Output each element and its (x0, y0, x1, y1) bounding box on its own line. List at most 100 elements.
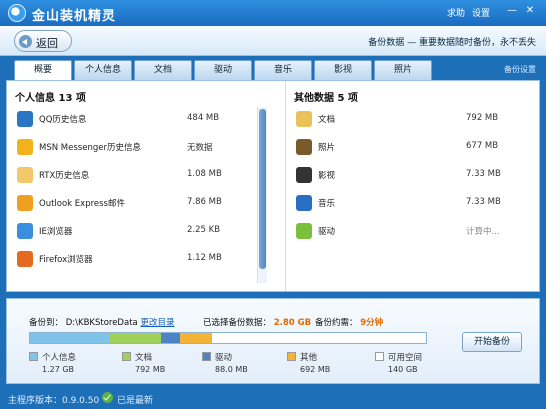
list-item-photos[interactable]: 照片 677 MB (294, 137, 534, 157)
item-size: 792 MB (466, 113, 499, 123)
storage-usage-bar (29, 332, 427, 344)
music-icon (296, 195, 312, 211)
backup-target: 备份到： D:\KBKStoreData 更改目录 (29, 316, 174, 328)
back-arrow-icon (19, 35, 32, 48)
legend-free-space: 可用空间 140 GB (375, 351, 455, 377)
back-button-label: 返回 (36, 37, 58, 50)
item-name: IE浏览器 (39, 227, 73, 237)
backup-settings-link[interactable]: 备份设置 (504, 64, 536, 75)
minimize-icon[interactable]: — (506, 5, 518, 17)
list-item-drivers[interactable]: 驱动 计算中... (294, 221, 534, 241)
list-item-msn[interactable]: MSN Messenger历史信息 无数据 (15, 137, 255, 157)
legend-swatch (375, 352, 384, 361)
item-name: 照片 (318, 143, 336, 153)
firefox-icon (17, 251, 33, 267)
legend-other: 其他 692 MB (287, 351, 367, 377)
legend-name: 其他 (300, 353, 318, 363)
film-icon (296, 167, 312, 183)
item-name: 影视 (318, 171, 336, 181)
document-icon (296, 111, 312, 127)
driver-icon (296, 223, 312, 239)
legend-value: 1.27 GB (42, 365, 75, 374)
other-data-title: 其他数据 5 项 (294, 93, 358, 104)
app-title: 金山装机精灵 (32, 9, 117, 24)
segment-other (180, 333, 213, 343)
list-item-outlook[interactable]: Outlook Express邮件 7.86 MB (15, 193, 255, 213)
legend-value: 792 MB (135, 365, 166, 374)
list-item-music[interactable]: 音乐 7.33 MB (294, 193, 534, 213)
tab-photos[interactable]: 照片 (374, 60, 432, 80)
item-size: 计算中... (466, 227, 500, 237)
item-size: 2.25 KB (187, 225, 221, 235)
eta-label: 备份约需： (315, 318, 358, 328)
backup-eta: 备份约需： 9分钟 (315, 316, 383, 328)
qq-icon (17, 111, 33, 127)
item-size: 7.33 MB (466, 197, 501, 207)
backup-to-label: 备份到： (29, 318, 64, 328)
item-size: 7.33 MB (466, 169, 501, 179)
legend-personal-info: 个人信息 1.27 GB (29, 351, 109, 377)
list-item-ie[interactable]: IE浏览器 2.25 KB (15, 221, 255, 241)
legend-name: 文档 (135, 353, 153, 363)
msn-icon (17, 139, 33, 155)
legend-name: 驱动 (215, 353, 233, 363)
selected-data: 已选择备份数据： 2.80 GB (203, 316, 311, 328)
selected-label: 已选择备份数据： (203, 318, 272, 328)
item-size: 1.08 MB (187, 169, 222, 179)
legend-value: 140 GB (388, 365, 418, 374)
scrollbar-thumb[interactable] (259, 109, 266, 269)
segment-personal-info (30, 333, 110, 343)
back-button[interactable]: 返回 (14, 30, 72, 52)
item-size: 484 MB (187, 113, 220, 123)
legend-documents: 文档 792 MB (122, 351, 202, 377)
tab-documents[interactable]: 文档 (134, 60, 192, 80)
start-backup-button[interactable]: 开始备份 (462, 332, 522, 352)
overview-panel: 个人信息 13 项 QQ历史信息 484 MB MSN Messenger历史信… (6, 80, 540, 292)
item-name: 文档 (318, 115, 336, 125)
segment-drivers (160, 333, 181, 343)
item-name: Firefox浏览器 (39, 255, 93, 265)
item-size: 无数据 (187, 143, 213, 153)
title-bar: 金山装机精灵 求助 设置 — ✕ (0, 0, 546, 26)
storage-summary: 备份到： D:\KBKStoreData 更改目录 已选择备份数据： 2.80 … (6, 298, 540, 384)
tab-music[interactable]: 音乐 (254, 60, 312, 80)
list-item-documents[interactable]: 文档 792 MB (294, 109, 534, 129)
change-dir-link[interactable]: 更改目录 (140, 318, 174, 328)
item-size: 7.86 MB (187, 197, 222, 207)
legend-value: 692 MB (300, 365, 331, 374)
item-name: 音乐 (318, 199, 336, 209)
tab-overview[interactable]: 概要 (14, 60, 72, 81)
item-name: RTX历史信息 (39, 171, 90, 181)
status-bar: 主程序版本：0.9.0.50 已是最新 (0, 388, 546, 409)
backup-path: D:\KBKStoreData (65, 318, 138, 328)
list-item-qq[interactable]: QQ历史信息 484 MB (15, 109, 255, 129)
header-bar: 返回 备份数据 — 重要数据随时备份，永不丢失 (0, 26, 546, 56)
legend-swatch (287, 352, 296, 361)
item-name: MSN Messenger历史信息 (39, 143, 141, 153)
list-item-video[interactable]: 影视 7.33 MB (294, 165, 534, 185)
tab-video[interactable]: 影视 (314, 60, 372, 80)
photo-icon (296, 139, 312, 155)
legend-swatch (202, 352, 211, 361)
version-text: 主程序版本：0.9.0.50 (8, 396, 100, 406)
settings-link[interactable]: 设置 (472, 6, 490, 19)
list-item-rtx[interactable]: RTX历史信息 1.08 MB (15, 165, 255, 185)
app-logo-icon (8, 4, 26, 22)
personal-list-scrollbar[interactable] (257, 107, 267, 283)
tab-personal-info[interactable]: 个人信息 (74, 60, 132, 80)
item-name: Outlook Express邮件 (39, 199, 125, 209)
segment-documents (109, 333, 161, 343)
tab-drivers[interactable]: 驱动 (194, 60, 252, 80)
folder-icon (17, 167, 33, 183)
help-link[interactable]: 求助 (447, 6, 465, 19)
list-item-firefox[interactable]: Firefox浏览器 1.12 MB (15, 249, 255, 269)
tab-bar: 概要 个人信息 文档 驱动 音乐 影视 照片 备份设置 (0, 56, 546, 81)
close-icon[interactable]: ✕ (524, 5, 536, 17)
outlook-icon (17, 195, 33, 211)
item-name: 驱动 (318, 227, 336, 237)
personal-info-panel: 个人信息 13 项 QQ历史信息 484 MB MSN Messenger历史信… (7, 81, 269, 291)
item-size: 677 MB (466, 141, 499, 151)
eta-value: 9分钟 (360, 318, 384, 328)
legend-swatch (29, 352, 38, 361)
legend-drivers: 驱动 88.0 MB (202, 351, 282, 377)
